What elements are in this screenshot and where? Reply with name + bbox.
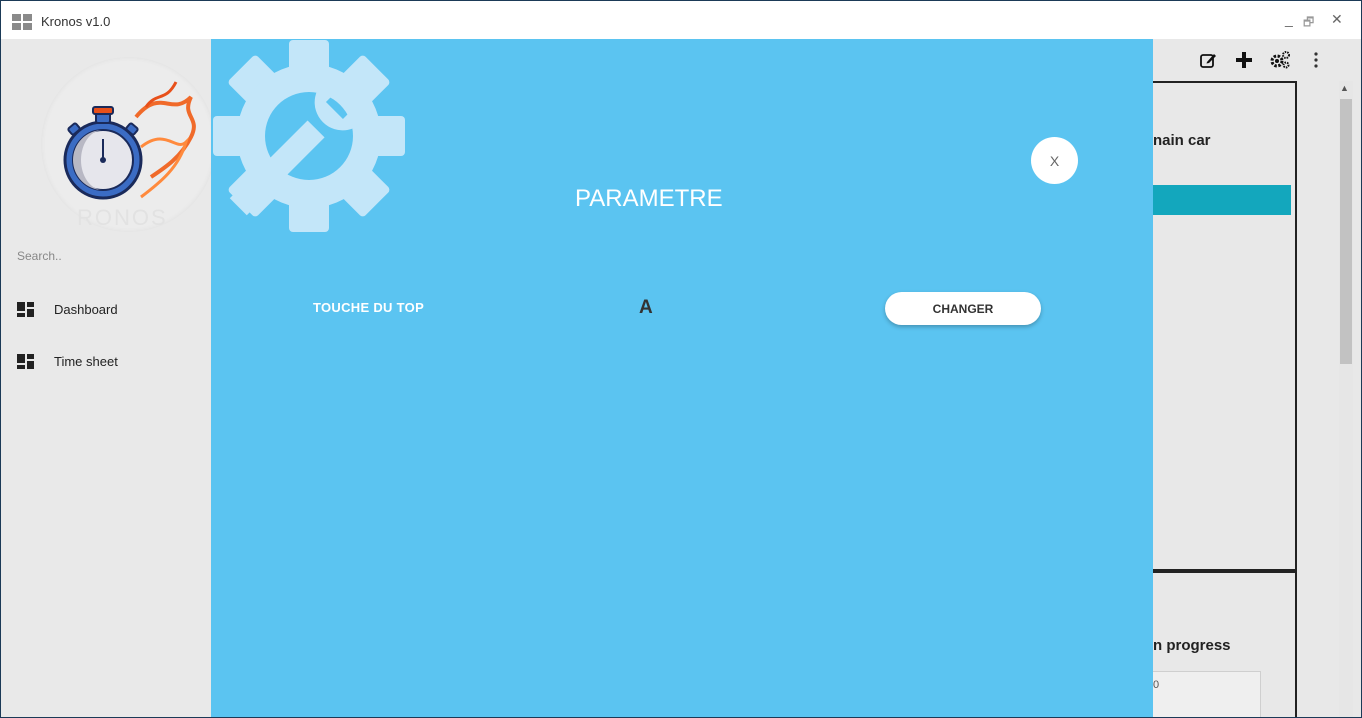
- progress-title: n progress: [1153, 637, 1231, 654]
- scroll-up-icon[interactable]: ▲: [1340, 83, 1349, 93]
- search-input[interactable]: [17, 249, 187, 263]
- panel-header-bar: [1153, 185, 1291, 215]
- sidebar-item-time-sheet[interactable]: Time sheet: [17, 354, 118, 369]
- window-title: Kronos v1.0: [41, 14, 111, 29]
- progress-value: 0: [1153, 679, 1160, 691]
- sidebar-item-label: Dashboard: [54, 302, 118, 317]
- setting-value: A: [639, 297, 653, 318]
- cars-panel: [1151, 81, 1297, 571]
- edit-icon[interactable]: [1197, 49, 1219, 71]
- minimize-button[interactable]: _: [1285, 11, 1293, 27]
- settings-modal: PARAMETRE X TOUCHE DU TOP A CHANGER: [211, 39, 1153, 717]
- restore-button[interactable]: 🗗: [1303, 13, 1314, 34]
- vertical-scrollbar[interactable]: ▲: [1339, 81, 1353, 717]
- panel-title: nain car: [1153, 132, 1211, 149]
- app-window: Kronos v1.0 _ 🗗 ✕ RONOS Search.. Dashboa…: [0, 0, 1362, 718]
- dashboard-icon: [17, 302, 34, 317]
- change-key-button[interactable]: CHANGER: [885, 292, 1041, 325]
- scroll-thumb[interactable]: [1340, 99, 1352, 364]
- title-bar: Kronos v1.0 _ 🗗 ✕: [1, 1, 1361, 39]
- progress-table: [1151, 671, 1261, 717]
- sidebar: RONOS Dashboard Time sheet: [1, 39, 216, 717]
- toolbar: [1197, 49, 1327, 71]
- modal-title: PARAMETRE: [575, 185, 723, 212]
- setting-label: TOUCHE DU TOP: [313, 300, 425, 315]
- app-icon: [12, 14, 32, 30]
- settings-gear-icon: [213, 40, 405, 232]
- logo-text: RONOS: [77, 205, 168, 230]
- close-modal-button[interactable]: X: [1031, 137, 1078, 184]
- sidebar-item-label: Time sheet: [54, 354, 118, 369]
- more-vert-icon[interactable]: [1305, 49, 1327, 71]
- close-window-button[interactable]: ✕: [1331, 11, 1343, 28]
- dashboard-icon: [17, 354, 34, 369]
- plus-icon[interactable]: [1233, 49, 1255, 71]
- gears-icon[interactable]: [1269, 49, 1291, 71]
- sidebar-item-dashboard[interactable]: Dashboard: [17, 302, 118, 317]
